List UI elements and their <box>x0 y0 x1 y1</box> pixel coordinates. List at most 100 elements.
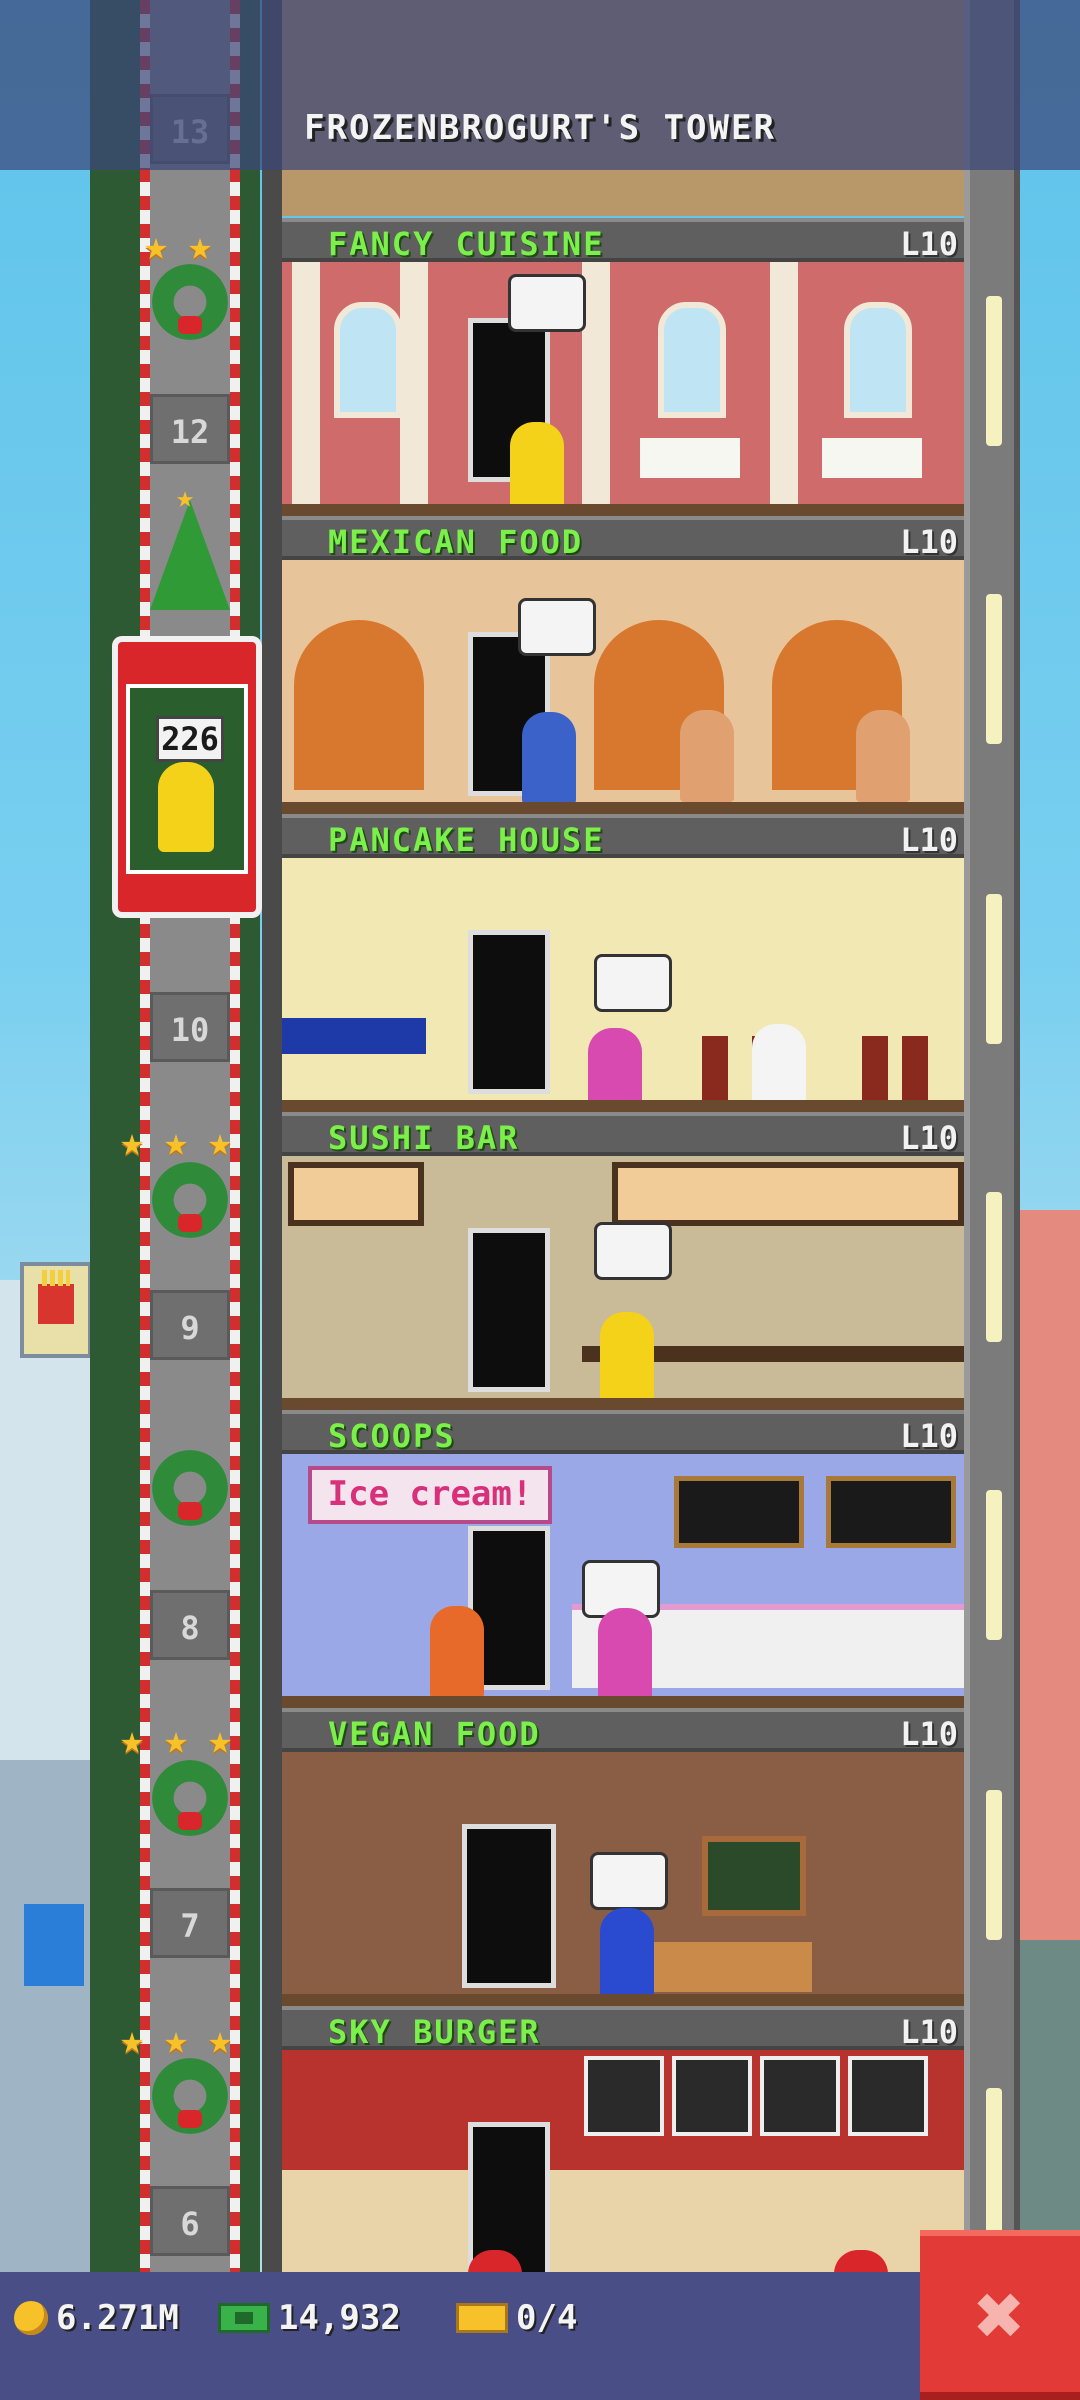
floor-vegan-food[interactable]: VEGAN FOOD L10 <box>282 1708 964 2006</box>
floor-ground <box>282 1994 964 2006</box>
floor-number-8: 8 <box>150 1590 230 1660</box>
bux-display[interactable]: 14,932 <box>218 2290 401 2346</box>
star-icon: ★ <box>188 223 213 269</box>
bux-icon <box>218 2303 270 2333</box>
rail-light <box>986 2088 1002 2238</box>
booth <box>862 1036 888 1100</box>
floor-name: SCOOPS <box>328 1417 456 1455</box>
floor-sushi-bar[interactable]: SUSHI BAR L10 <box>282 1112 964 1410</box>
floor-room <box>282 1156 964 1410</box>
floor-header: SKY BURGER L10 <box>282 2006 964 2050</box>
speech-bubble <box>518 598 596 656</box>
floor-header: PANCAKE HOUSE L10 <box>282 814 964 858</box>
customer[interactable] <box>510 422 564 514</box>
floor-number-12: 12 <box>150 394 230 464</box>
fries-billboard <box>20 1262 92 1358</box>
floor-ground <box>282 1100 964 1112</box>
speech-bubble <box>594 1222 672 1280</box>
tower-edge <box>262 0 282 2272</box>
ice-cream-sign: Ice cream! <box>308 1466 552 1524</box>
floor-ground <box>282 1398 964 1410</box>
wall-panel <box>288 1162 424 1226</box>
coins-display[interactable]: 6.271M <box>14 2290 179 2346</box>
floor-name: SKY BURGER <box>328 2013 541 2051</box>
rail-light <box>986 594 1002 744</box>
close-icon: ✖ <box>974 2266 1026 2364</box>
column <box>582 262 610 504</box>
floor-number-10: 10 <box>150 992 230 1062</box>
customer[interactable] <box>598 1608 652 1700</box>
arch <box>294 620 424 790</box>
dining-table <box>822 438 922 478</box>
floor-ground <box>282 1696 964 1708</box>
column <box>770 262 798 504</box>
floor-header: MEXICAN FOOD L10 <box>282 516 964 560</box>
chalk-board <box>702 1836 806 1916</box>
rail-light <box>986 1192 1002 1342</box>
floor-room <box>282 262 964 516</box>
rail-light <box>986 1490 1002 1640</box>
floor-room <box>282 2050 964 2342</box>
door <box>468 930 550 1094</box>
customer[interactable] <box>856 710 910 802</box>
star-icon: ★ <box>120 1717 145 1763</box>
ticket-icon <box>456 2303 508 2333</box>
floor-number-6: 6 <box>150 2186 230 2256</box>
floor-level: L10 <box>900 1119 958 1157</box>
elevator-car[interactable]: 226 <box>112 636 262 918</box>
floor-stars: ★ ★ ★ <box>120 1122 248 1166</box>
floor-pancake-house[interactable]: PANCAKE HOUSE L10 <box>282 814 964 1120</box>
floor-level: L10 <box>900 821 958 859</box>
floor-number-9: 9 <box>150 1290 230 1360</box>
floor-fancy-cuisine[interactable]: FANCY CUISINE L10 <box>282 218 964 516</box>
rail-light <box>986 1790 1002 1940</box>
star-icon: ★ <box>208 1119 233 1165</box>
menu-board <box>848 2056 928 2136</box>
wall-panel <box>612 1162 964 1226</box>
tower-floors[interactable]: FANCY CUISINE L10 MEXICAN FOOD L10 PANCA… <box>282 0 964 2342</box>
customer[interactable] <box>600 1908 654 2000</box>
fries-icon <box>38 1270 74 1324</box>
menu-board <box>672 2056 752 2136</box>
floor-level: L10 <box>900 523 958 561</box>
dining-table <box>640 438 740 478</box>
wreath-icon <box>152 1450 228 1526</box>
star-icon: ★ <box>176 480 195 515</box>
customer[interactable] <box>430 1606 484 1698</box>
floor-sky-burger[interactable]: SKY BURGER L10 <box>282 2006 964 2342</box>
customer[interactable] <box>600 1312 654 1404</box>
floor-name: SUSHI BAR <box>328 1119 520 1157</box>
floor-header: VEGAN FOOD L10 <box>282 1708 964 1752</box>
floor-room: Ice cream! <box>282 1454 964 1708</box>
floor-number-7: 7 <box>150 1888 230 1958</box>
window <box>334 302 402 418</box>
customer[interactable] <box>522 712 576 804</box>
customer[interactable] <box>680 710 734 802</box>
floor-header: SCOOPS L10 <box>282 1410 964 1454</box>
wreath-icon <box>152 2058 228 2134</box>
door <box>462 1824 556 1988</box>
menu-board <box>674 1476 804 1548</box>
wreath-icon <box>152 1760 228 1836</box>
wreath-icon <box>152 1162 228 1238</box>
menu-board <box>584 2056 664 2136</box>
floor-level: L10 <box>900 1417 958 1455</box>
star-icon: ★ <box>164 1717 189 1763</box>
rail-light <box>986 894 1002 1044</box>
booth <box>902 1036 928 1100</box>
christmas-tree-icon: ★ <box>140 480 240 620</box>
tickets-display[interactable]: 0/4 <box>456 2290 577 2346</box>
tower-title: FROZENBROGURT'S TOWER <box>304 108 776 148</box>
floor-level: L10 <box>900 1715 958 1753</box>
close-button[interactable]: ✖ <box>920 2230 1080 2400</box>
floor-mexican-food[interactable]: MEXICAN FOOD L10 <box>282 516 964 814</box>
floor-level: L10 <box>900 2013 958 2051</box>
wreath-icon <box>152 264 228 340</box>
floor-room <box>282 1752 964 2006</box>
blue-sign <box>24 1904 84 1986</box>
tickets-value: 0/4 <box>516 2298 578 2338</box>
floor-scoops[interactable]: SCOOPS L10 Ice cream! <box>282 1410 964 1708</box>
floor-ground <box>282 802 964 814</box>
star-icon: ★ <box>164 2017 189 2063</box>
floor-name: VEGAN FOOD <box>328 1715 541 1753</box>
